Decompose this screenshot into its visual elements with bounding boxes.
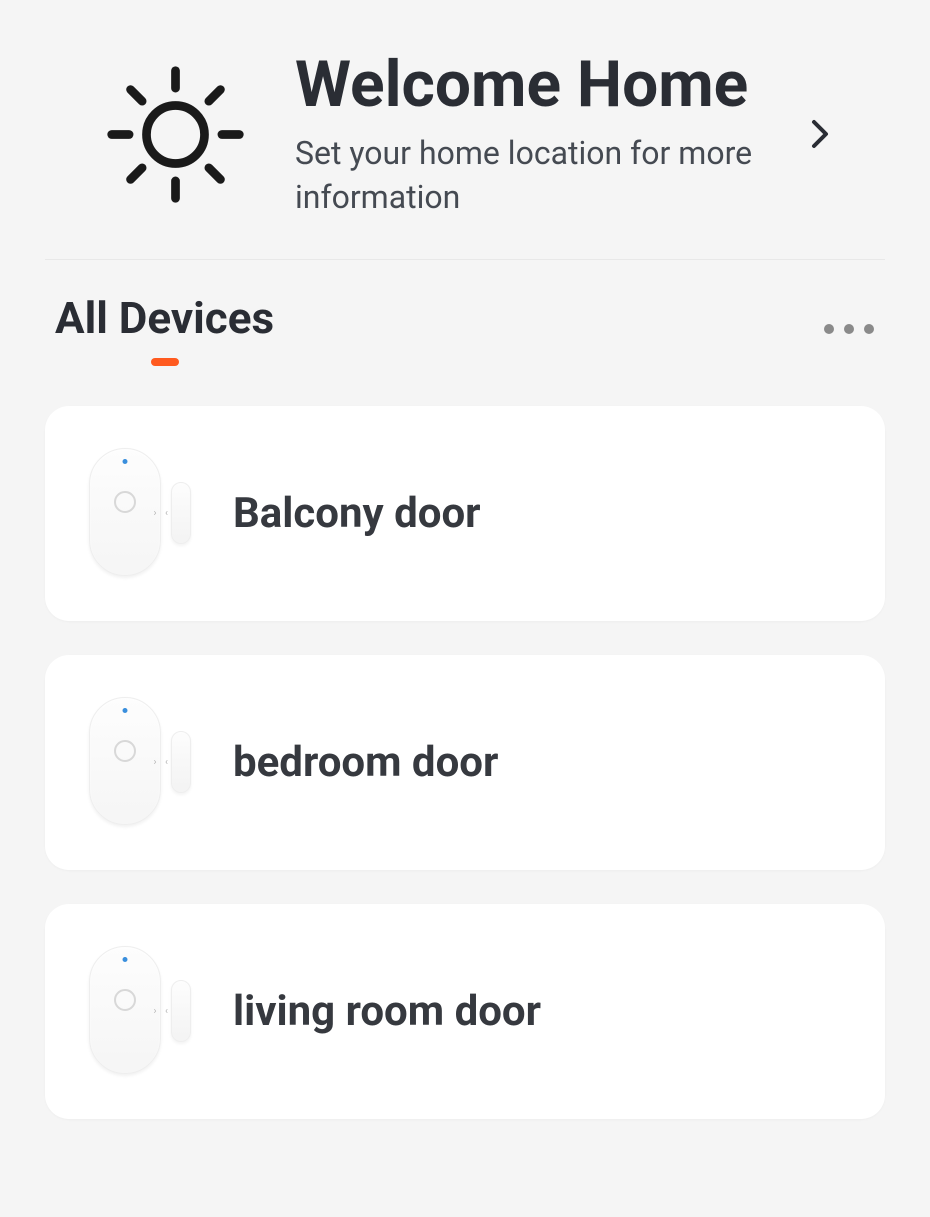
chevron-right-icon[interactable] — [800, 119, 840, 149]
tabs-row: All Devices — [0, 260, 930, 366]
welcome-header[interactable]: Welcome Home Set your home location for … — [45, 0, 885, 260]
tab-all-devices[interactable]: All Devices — [55, 292, 274, 366]
device-name: bedroom door — [233, 738, 498, 787]
device-card[interactable]: › ‹ living room door — [45, 904, 885, 1119]
device-name: living room door — [233, 987, 541, 1036]
door-sensor-icon: › ‹ — [85, 946, 205, 1076]
device-list: › ‹ Balcony door › ‹ bedroom door › ‹ li… — [0, 366, 930, 1119]
door-sensor-icon: › ‹ — [85, 448, 205, 578]
welcome-title: Welcome Home — [295, 50, 800, 120]
welcome-subtitle: Set your home location for more informat… — [295, 132, 800, 218]
sun-icon — [100, 59, 250, 209]
more-icon[interactable] — [824, 324, 880, 334]
door-sensor-icon: › ‹ — [85, 697, 205, 827]
device-name: Balcony door — [233, 489, 481, 538]
device-card[interactable]: › ‹ Balcony door — [45, 406, 885, 621]
welcome-text-block: Welcome Home Set your home location for … — [295, 50, 800, 219]
device-card[interactable]: › ‹ bedroom door — [45, 655, 885, 870]
